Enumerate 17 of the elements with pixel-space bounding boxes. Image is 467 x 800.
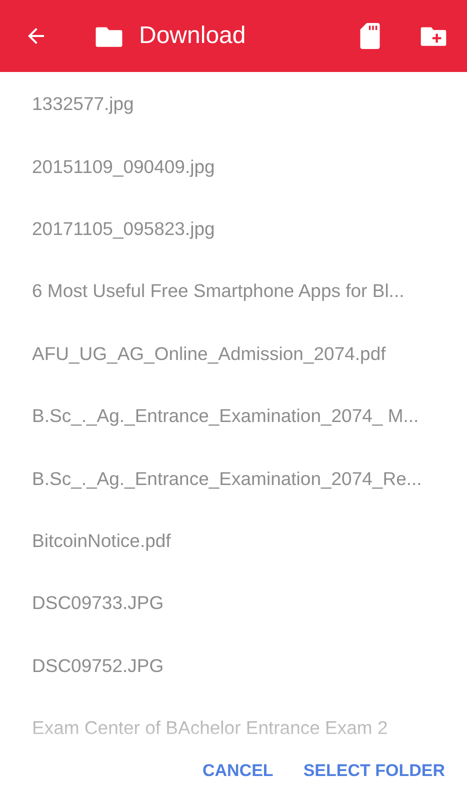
folder-title: Download <box>139 22 246 50</box>
file-name[interactable]: Exam Center of BAchelor Entrance Exam 2 <box>32 717 388 740</box>
file-name[interactable]: DSC09733.JPG <box>32 592 164 614</box>
new-folder-icon[interactable] <box>420 25 447 47</box>
file-name[interactable]: 20171105_095823.jpg <box>32 218 215 240</box>
file-name[interactable]: AFU_UG_AG_Online_Admission_2074.pdf <box>32 342 386 365</box>
file-name[interactable]: B.Sc_._Ag._Entrance_Examination_2074_Re... <box>32 468 422 490</box>
dialog-button[interactable]: SELECT FOLDER <box>293 752 455 788</box>
file-name[interactable]: BitcoinNotice.pdf <box>32 530 171 552</box>
dialog-button[interactable]: CANCEL <box>192 752 284 788</box>
sd-card-icon[interactable] <box>360 23 380 49</box>
folder-icon <box>95 24 123 48</box>
file-name[interactable]: 20151109_090409.jpg <box>32 156 215 178</box>
file-name[interactable]: 1332577.jpg <box>32 93 134 116</box>
file-name[interactable]: 6 Most Useful Free Smartphone Apps for Bl... <box>32 280 404 302</box>
file-name[interactable]: DSC09752.JPG <box>32 654 164 677</box>
file-name[interactable]: B.Sc_._Ag._Entrance_Examination_2074_ M... <box>32 405 419 428</box>
